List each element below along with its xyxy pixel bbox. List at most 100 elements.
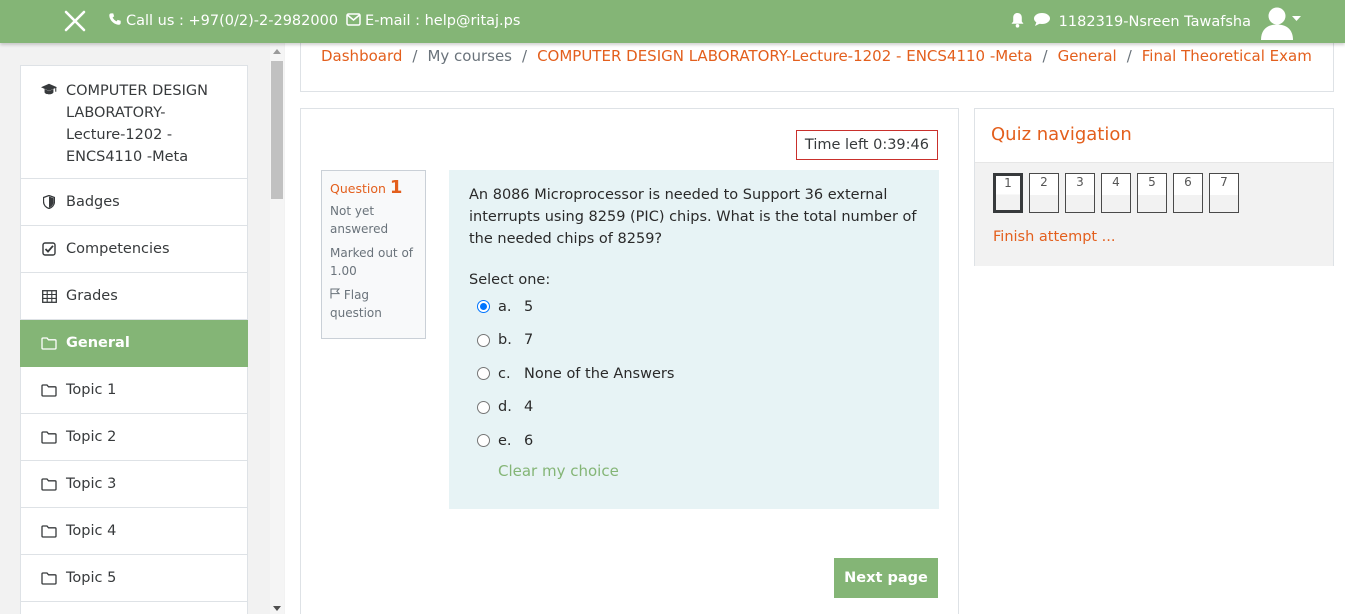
drawer-item-competencies[interactable]: Competencies [20,226,248,273]
answer-text: 4 [524,399,534,416]
answer-text: 7 [524,332,534,349]
drawer-item-topic-1[interactable]: Topic 1 [20,367,248,414]
question-text: An 8086 Microprocessor is needed to Supp… [469,187,917,247]
answer-letter: a. [498,298,512,315]
breadcrumb-separator: / [1042,47,1048,65]
quiz-nav-button-5[interactable]: 5 [1137,173,1167,213]
drawer-scrollbar[interactable] [270,43,284,614]
folder-icon [41,571,57,585]
shield-icon [41,195,57,209]
breadcrumb-exam[interactable]: Final Theoretical Exam [1142,47,1312,65]
answer-option-d[interactable]: d. 4 [469,391,919,425]
user-avatar-icon[interactable] [1259,4,1295,40]
answer-text: 5 [524,298,534,315]
folder-icon [41,477,57,491]
answer-radio[interactable] [477,300,490,314]
breadcrumb-course[interactable]: COMPUTER DESIGN LABORATORY-Lecture-1202 … [537,47,1032,65]
answer-text: 6 [524,432,534,449]
breadcrumb-section[interactable]: General [1058,47,1117,65]
quiz-nav-button-7[interactable]: 7 [1209,173,1239,213]
drawer-item-badges[interactable]: Badges [20,179,248,226]
course-drawer: COMPUTER DESIGN LABORATORY-Lecture-1202 … [0,43,285,614]
answer-option-b[interactable]: b. 7 [469,324,919,358]
quiz-nav-button-3[interactable]: 3 [1065,173,1095,213]
folder-icon [41,524,57,538]
contact-email: E-mail : help@ritaj.ps [365,13,521,29]
drawer-item-label: Topic 3 [66,476,117,492]
breadcrumb-my-courses[interactable]: My courses [427,47,512,65]
quiz-navigation-body: 1 2 3 4 5 6 7 Finish attempt ... [975,163,1333,266]
user-menu: 1182319-Nsreen Tawafsha [1010,0,1295,43]
drawer-item-label: Grades [66,288,118,304]
envelope-icon [346,12,361,30]
question-buttons: 1 2 3 4 5 6 7 [993,173,1315,213]
drawer-item-label: Topic 5 [66,570,117,586]
phone-icon [108,12,122,30]
clear-choice-link[interactable]: Clear my choice [498,462,619,480]
drawer-item-general[interactable]: General [20,320,248,367]
drawer-item-label: Topic 1 [66,382,117,398]
drawer-item-grades[interactable]: Grades [20,273,248,320]
quiz-nav-button-1[interactable]: 1 [993,173,1023,213]
table-icon [41,289,57,303]
drawer-item-topic-2[interactable]: Topic 2 [20,414,248,461]
breadcrumb: Dashboard / My courses / COMPUTER DESIGN LAB… [300,43,1334,92]
question-label: Question [330,181,386,196]
answer-option-e[interactable]: e. 6 [469,424,919,458]
question-content: An 8086 Microprocessor is needed to Supp… [449,170,939,509]
quiz-nav-button-2[interactable]: 2 [1029,173,1059,213]
breadcrumb-dashboard[interactable]: Dashboard [321,47,402,65]
answer-letter: b. [498,332,512,349]
drawer-item-label: Badges [66,194,120,210]
drawer-item-topic-3[interactable]: Topic 3 [20,461,248,508]
select-prompt: Select one: [469,272,551,288]
chat-icon[interactable] [1033,12,1051,31]
finish-attempt-link[interactable]: Finish attempt ... [993,229,1116,245]
scroll-up-arrow-icon[interactable] [273,49,281,54]
flag-icon [330,288,344,302]
breadcrumb-separator: / [1126,47,1132,65]
top-navbar: Call us : +97(0/2)-2-2982000 E-mail : he… [0,0,1345,43]
answer-letter: e. [498,432,512,449]
check-square-icon [41,242,57,256]
drawer-item-label: Competencies [66,241,170,257]
folder-icon [41,336,57,350]
quiz-navigation-block: Quiz navigation 1 2 3 4 5 6 7 Finish att… [974,108,1334,266]
scroll-down-arrow-icon[interactable] [273,606,281,611]
answer-letter: d. [498,399,512,416]
contact-info: Call us : +97(0/2)-2-2982000 E-mail : he… [108,12,520,30]
quiz-nav-button-6[interactable]: 6 [1173,173,1203,213]
flag-question[interactable]: Flag question [330,286,417,322]
answer-option-c[interactable]: c. None of the Answers [469,357,919,391]
scrollbar-thumb[interactable] [271,61,283,199]
drawer-item-course[interactable]: COMPUTER DESIGN LABORATORY-Lecture-1202 … [20,65,248,179]
close-icon[interactable] [62,8,88,34]
breadcrumb-separator: / [522,47,528,65]
folder-icon [41,383,57,397]
answer-text: None of the Answers [524,365,675,382]
quiz-timer: Time left 0:39:46 [795,130,938,160]
answer-radio[interactable] [477,434,490,448]
quiz-main-panel: Time left 0:39:46 Question 1 Not yet ans… [300,108,959,614]
question-number-value: 1 [389,177,403,198]
drawer-item-partial[interactable] [20,602,248,614]
user-name[interactable]: 1182319-Nsreen Tawafsha [1059,14,1251,30]
drawer-item-label: Topic 2 [66,429,117,445]
contact-phone: Call us : +97(0/2)-2-2982000 [126,13,339,29]
folder-icon [41,430,57,444]
drawer-nav-list: COMPUTER DESIGN LABORATORY-Lecture-1202 … [20,65,248,614]
quiz-nav-button-4[interactable]: 4 [1101,173,1131,213]
answer-radio[interactable] [477,400,490,414]
answer-radio[interactable] [477,367,490,381]
drawer-item-topic-5[interactable]: Topic 5 [20,555,248,602]
answer-option-a[interactable]: a. 5 [469,290,919,324]
next-page-button[interactable]: Next page [834,558,938,598]
question-info: Question 1 Not yet answered Marked out o… [321,170,426,339]
drawer-item-topic-4[interactable]: Topic 4 [20,508,248,555]
quiz-navigation-title: Quiz navigation [975,109,1333,163]
bell-icon[interactable] [1010,12,1025,32]
answer-letter: c. [498,365,511,382]
breadcrumb-separator: / [412,47,418,65]
answer-radio[interactable] [477,333,490,347]
answer-list: a. 5 b. 7 c. None of the Answers d. 4 e. [469,290,919,458]
